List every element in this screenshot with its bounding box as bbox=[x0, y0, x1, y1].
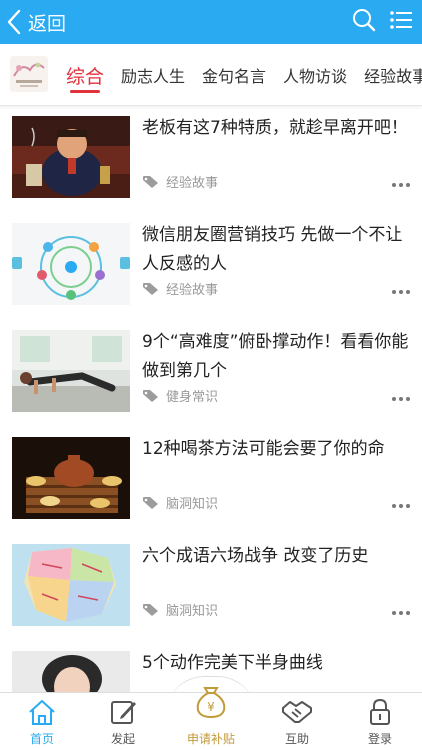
article-thumbnail bbox=[12, 223, 130, 305]
channel-logo[interactable] bbox=[10, 56, 48, 92]
tab-quotes[interactable]: 金句名言 bbox=[202, 44, 266, 105]
article-thumbnail bbox=[12, 437, 130, 519]
tab-interviews[interactable]: 人物访谈 bbox=[283, 44, 347, 105]
svg-text:¥: ¥ bbox=[207, 700, 215, 714]
article-item[interactable]: 12种喝茶方法可能会要了你的命 脑洞知识 bbox=[0, 427, 422, 534]
money-bag-icon[interactable]: ¥ bbox=[192, 682, 230, 720]
article-item[interactable]: 老板有这7种特质，就趁早离开吧！ 经验故事 bbox=[0, 106, 422, 213]
nav-home[interactable]: 首页 bbox=[0, 693, 84, 750]
nav-login[interactable]: 登录 bbox=[338, 693, 422, 750]
tab-inspiration[interactable]: 励志人生 bbox=[121, 44, 185, 105]
more-options-icon[interactable] bbox=[392, 290, 410, 294]
chevron-left-icon bbox=[6, 9, 22, 35]
nav-mutual-label: 互助 bbox=[284, 732, 309, 746]
article-title[interactable]: 12种喝茶方法可能会要了你的命 bbox=[142, 435, 410, 464]
article-item[interactable]: 六个成语六场战争 改变了历史 脑洞知识 bbox=[0, 534, 422, 641]
article-item[interactable]: 9个“高难度”俯卧撑动作！看看你能做到第几个 健身常识 bbox=[0, 320, 422, 427]
article-thumbnail bbox=[12, 544, 130, 626]
nav-mutual[interactable]: 互助 bbox=[255, 693, 339, 750]
article-category[interactable]: 经验故事 bbox=[166, 279, 218, 298]
handshake-icon bbox=[255, 698, 339, 726]
nav-post[interactable]: 发起 bbox=[81, 693, 165, 750]
home-icon bbox=[0, 698, 84, 726]
nav-subsidy-label: 申请补贴 bbox=[186, 732, 235, 746]
back-button[interactable]: 返回 bbox=[6, 0, 66, 44]
article-title[interactable]: 5个动作完美下半身曲线 bbox=[142, 649, 410, 678]
nav-home-label: 首页 bbox=[29, 732, 54, 746]
more-options-icon[interactable] bbox=[392, 183, 410, 187]
article-list: 老板有这7种特质，就趁早离开吧！ 经验故事 微信朋友圈营销技巧 先做一个不让人反… bbox=[0, 106, 422, 748]
article-title[interactable]: 9个“高难度”俯卧撑动作！看看你能做到第几个 bbox=[142, 328, 410, 386]
nav-post-label: 发起 bbox=[110, 732, 135, 746]
tab-experience[interactable]: 经验故事 bbox=[364, 44, 422, 105]
article-category[interactable]: 脑洞知识 bbox=[166, 600, 218, 619]
more-options-icon[interactable] bbox=[392, 397, 410, 401]
article-category[interactable]: 脑洞知识 bbox=[166, 493, 218, 512]
edit-icon bbox=[81, 698, 165, 726]
tab-general[interactable]: 综合 bbox=[66, 44, 104, 105]
top-bar: 返回 bbox=[0, 0, 422, 44]
tag-icon bbox=[142, 603, 160, 617]
article-item[interactable]: 微信朋友圈营销技巧 先做一个不让人反感的人 经验故事 bbox=[0, 213, 422, 320]
menu-list-icon[interactable] bbox=[390, 10, 412, 34]
tag-icon bbox=[142, 282, 160, 296]
article-title[interactable]: 老板有这7种特质，就趁早离开吧！ bbox=[142, 114, 410, 143]
article-thumbnail bbox=[12, 116, 130, 198]
tag-icon bbox=[142, 496, 160, 510]
article-category[interactable]: 经验故事 bbox=[166, 172, 218, 191]
tag-icon bbox=[142, 389, 160, 403]
article-title[interactable]: 微信朋友圈营销技巧 先做一个不让人反感的人 bbox=[142, 221, 410, 279]
more-options-icon[interactable] bbox=[392, 611, 410, 615]
search-icon[interactable] bbox=[352, 8, 376, 36]
more-options-icon[interactable] bbox=[392, 504, 410, 508]
article-thumbnail bbox=[12, 330, 130, 412]
article-title[interactable]: 六个成语六场战争 改变了历史 bbox=[142, 542, 410, 571]
nav-login-label: 登录 bbox=[367, 732, 392, 746]
article-category[interactable]: 健身常识 bbox=[166, 386, 218, 405]
lock-icon bbox=[338, 698, 422, 726]
tag-icon bbox=[142, 175, 160, 189]
category-tabs: 综合 励志人生 金句名言 人物访谈 经验故事 bbox=[0, 44, 422, 106]
back-label: 返回 bbox=[28, 12, 67, 35]
